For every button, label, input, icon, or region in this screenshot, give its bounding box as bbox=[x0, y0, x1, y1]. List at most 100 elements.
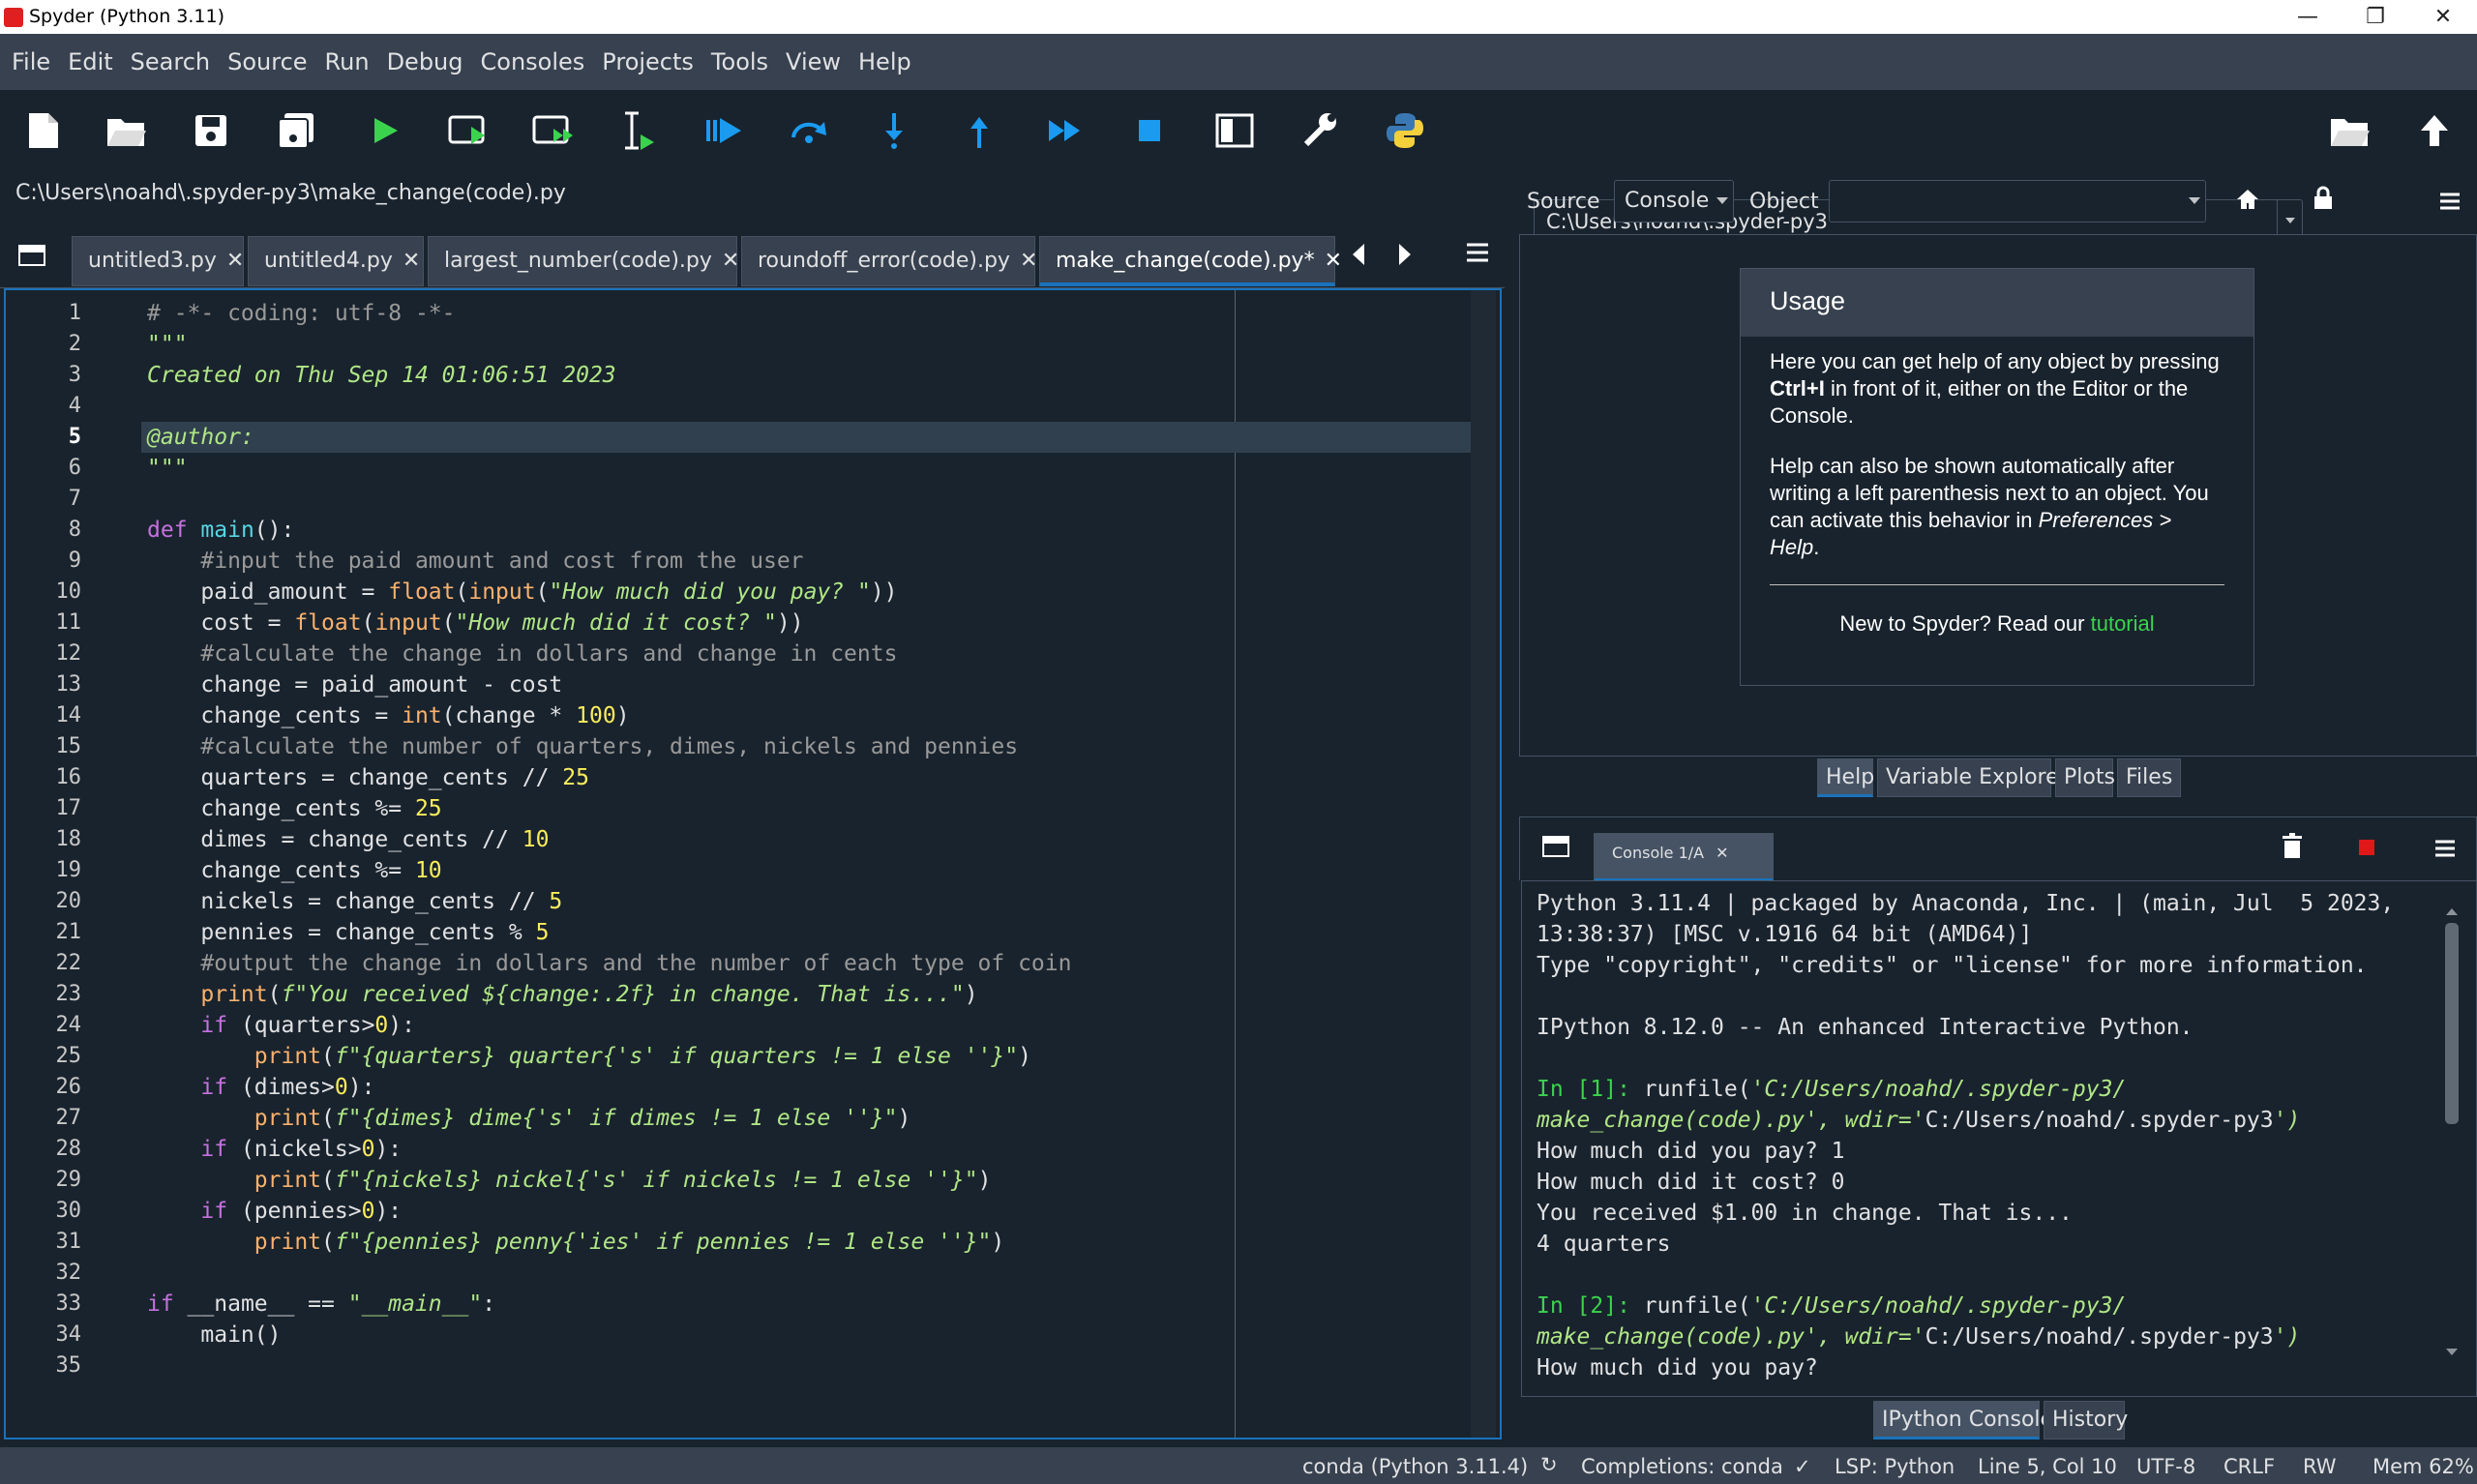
close-tab-icon[interactable]: ✕ bbox=[403, 249, 420, 273]
code-line[interactable]: if __name__ == "__main__": bbox=[141, 1289, 1477, 1320]
code-line[interactable]: if (dimes>0): bbox=[141, 1072, 1477, 1103]
code-line[interactable]: print(f"{nickels} nickel{'s' if nickels … bbox=[141, 1165, 1477, 1196]
menu-search[interactable]: Search bbox=[131, 48, 210, 75]
tab-ipython-console[interactable]: IPython Console bbox=[1873, 1401, 2053, 1439]
menu-projects[interactable]: Projects bbox=[602, 48, 694, 75]
parent-directory-icon[interactable] bbox=[2413, 109, 2456, 152]
close-tab-icon[interactable]: ✕ bbox=[226, 249, 244, 273]
code-line[interactable]: #calculate the change in dollars and cha… bbox=[141, 638, 1477, 669]
code-line[interactable]: #calculate the number of quarters, dimes… bbox=[141, 731, 1477, 762]
code-line[interactable]: Created on Thu Sep 14 01:06:51 2023 bbox=[141, 360, 1477, 391]
menu-file[interactable]: File bbox=[12, 48, 50, 75]
browse-directory-icon[interactable] bbox=[2328, 109, 2371, 152]
run-cell-advance-icon[interactable] bbox=[532, 109, 575, 152]
close-console-icon[interactable]: ✕ bbox=[1716, 844, 1728, 862]
code-line[interactable]: if (pennies>0): bbox=[141, 1196, 1477, 1227]
code-line[interactable]: if (quarters>0): bbox=[141, 1010, 1477, 1041]
code-line[interactable]: nickels = change_cents // 5 bbox=[141, 886, 1477, 917]
menu-run[interactable]: Run bbox=[325, 48, 370, 75]
code-line[interactable]: print(f"{pennies} penny{'ies' if pennies… bbox=[141, 1227, 1477, 1258]
source-combo[interactable]: Console bbox=[1614, 180, 1734, 223]
code-line[interactable]: # -*- coding: utf-8 -*- bbox=[141, 298, 1477, 329]
code-line[interactable]: cost = float(input("How much did it cost… bbox=[141, 608, 1477, 638]
minimize-button[interactable]: — bbox=[2274, 0, 2342, 34]
remove-variables-icon[interactable] bbox=[2281, 833, 2304, 864]
menu-source[interactable]: Source bbox=[227, 48, 307, 75]
menu-help[interactable]: Help bbox=[858, 48, 911, 75]
status-env[interactable]: conda (Python 3.11.4) bbox=[1302, 1455, 1528, 1478]
step-over-icon[interactable] bbox=[788, 109, 830, 152]
step-into-icon[interactable] bbox=[873, 109, 915, 152]
code-line[interactable]: paid_amount = float(input("How much did … bbox=[141, 577, 1477, 608]
save-icon[interactable] bbox=[190, 109, 232, 152]
menu-view[interactable]: View bbox=[786, 48, 841, 75]
code-line[interactable]: print(f"{quarters} quarter{'s' if quarte… bbox=[141, 1041, 1477, 1072]
menu-tools[interactable]: Tools bbox=[711, 48, 768, 75]
code-line[interactable]: change_cents %= 25 bbox=[141, 793, 1477, 824]
code-line[interactable]: """ bbox=[141, 453, 1477, 484]
code-line[interactable]: dimes = change_cents // 10 bbox=[141, 824, 1477, 855]
menu-edit[interactable]: Edit bbox=[68, 48, 112, 75]
tab-plots[interactable]: Plots bbox=[2055, 758, 2115, 797]
run-file-icon[interactable] bbox=[364, 109, 406, 152]
home-icon[interactable] bbox=[2235, 188, 2260, 217]
open-file-icon[interactable] bbox=[104, 109, 147, 152]
tab-make-change[interactable]: make_change(code).py* ✕ bbox=[1039, 236, 1342, 286]
tab-largest-number[interactable]: largest_number(code).py ✕ bbox=[428, 236, 739, 286]
tab-roundoff-error[interactable]: roundoff_error(code).py ✕ bbox=[741, 236, 1037, 286]
run-cell-icon[interactable] bbox=[447, 109, 490, 152]
python-path-icon[interactable] bbox=[1384, 109, 1426, 152]
lock-icon[interactable] bbox=[2313, 186, 2334, 217]
code-line[interactable]: #input the paid amount and cost from the… bbox=[141, 546, 1477, 577]
code-line[interactable]: change_cents %= 10 bbox=[141, 855, 1477, 886]
tab-untitled4[interactable]: untitled4.py ✕ bbox=[248, 236, 424, 286]
maximize-pane-icon[interactable] bbox=[1213, 109, 1256, 152]
editor-options-menu-icon[interactable] bbox=[1465, 242, 1490, 267]
save-all-icon[interactable] bbox=[275, 109, 317, 152]
close-tab-icon[interactable]: ✕ bbox=[722, 249, 739, 273]
step-return-icon[interactable] bbox=[958, 109, 1000, 152]
debug-file-icon[interactable] bbox=[702, 109, 745, 152]
scroll-tabs-left-icon[interactable] bbox=[1349, 240, 1368, 273]
run-selection-icon[interactable] bbox=[617, 109, 660, 152]
restore-button[interactable]: ❐ bbox=[2342, 0, 2409, 34]
code-line[interactable] bbox=[141, 1350, 1477, 1381]
browse-tabs-icon[interactable] bbox=[17, 244, 46, 273]
continue-icon[interactable] bbox=[1043, 109, 1086, 152]
menu-consoles[interactable]: Consoles bbox=[481, 48, 585, 75]
editor-scrollbar[interactable] bbox=[1471, 290, 1496, 1438]
object-combo[interactable] bbox=[1829, 180, 2206, 223]
new-file-icon[interactable] bbox=[21, 109, 64, 152]
tab-variable-explorer[interactable]: Variable Explorer bbox=[1877, 758, 2068, 797]
code-line[interactable]: change_cents = int(change * 100) bbox=[141, 700, 1477, 731]
interrupt-kernel-icon[interactable] bbox=[2358, 839, 2375, 860]
menu-debug[interactable]: Debug bbox=[387, 48, 463, 75]
code-line[interactable]: if (nickels>0): bbox=[141, 1134, 1477, 1165]
code-line[interactable] bbox=[141, 391, 1477, 422]
console-scrollbar[interactable] bbox=[2440, 900, 2463, 1364]
code-area[interactable]: # -*- coding: utf-8 -*- """ Created on Thu… bbox=[141, 290, 1477, 1438]
console-options-menu-icon[interactable] bbox=[2433, 839, 2457, 862]
tab-console-1a[interactable]: Console 1/A ✕ bbox=[1594, 833, 1774, 881]
close-tab-icon[interactable]: ✕ bbox=[1020, 249, 1037, 273]
code-line[interactable] bbox=[141, 484, 1477, 515]
preferences-wrench-icon[interactable] bbox=[1298, 109, 1341, 152]
close-window-button[interactable]: ✕ bbox=[2409, 0, 2477, 34]
code-line[interactable]: pennies = change_cents % 5 bbox=[141, 917, 1477, 948]
tab-untitled3[interactable]: untitled3.py ✕ bbox=[72, 236, 244, 286]
code-line[interactable]: change = paid_amount - cost bbox=[141, 669, 1477, 700]
tab-files[interactable]: Files bbox=[2117, 758, 2181, 797]
help-options-menu-icon[interactable] bbox=[2438, 192, 2462, 217]
code-line[interactable] bbox=[141, 1258, 1477, 1289]
code-line[interactable]: def main(): bbox=[141, 515, 1477, 546]
close-tab-icon[interactable]: ✕ bbox=[1325, 249, 1342, 273]
code-line[interactable]: print(f"You received ${change:.2f} in ch… bbox=[141, 979, 1477, 1010]
tab-help[interactable]: Help bbox=[1817, 758, 1874, 797]
browse-consoles-icon[interactable] bbox=[1541, 835, 1570, 864]
code-line[interactable]: main() bbox=[141, 1320, 1477, 1350]
code-line[interactable]: quarters = change_cents // 25 bbox=[141, 762, 1477, 793]
scroll-tabs-right-icon[interactable] bbox=[1395, 240, 1415, 273]
tutorial-link[interactable]: tutorial bbox=[2091, 611, 2155, 636]
code-line[interactable]: """ bbox=[141, 329, 1477, 360]
code-line[interactable]: @author: bbox=[141, 422, 1477, 453]
